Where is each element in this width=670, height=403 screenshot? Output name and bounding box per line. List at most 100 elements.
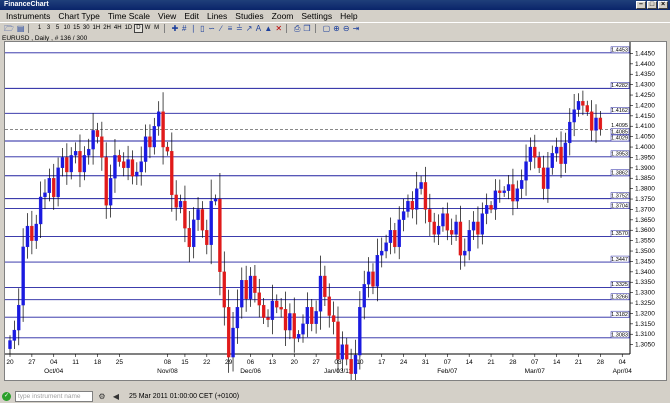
time-tick-label: 31 bbox=[422, 359, 430, 366]
level-label: 1.3182 bbox=[611, 312, 628, 318]
copy-icon[interactable]: ❐ bbox=[302, 24, 311, 33]
candle-body-up bbox=[178, 200, 183, 208]
vertical-line-icon[interactable]: ∣ bbox=[189, 24, 197, 33]
chart-panel[interactable]: 1.3050 1.3100 1.3150 1.3200 1.3250 1.3300 1.33… bbox=[4, 41, 667, 381]
candle-body-down bbox=[393, 230, 397, 248]
candle-body-up bbox=[480, 213, 484, 235]
menu-instruments[interactable]: Instruments bbox=[2, 10, 54, 22]
time-tick-label: 21 bbox=[575, 359, 583, 366]
timescale-4h[interactable]: 4H bbox=[113, 24, 123, 33]
time-tick-label: 21 bbox=[487, 359, 495, 366]
candle-body-down bbox=[187, 228, 191, 248]
candle-body-up bbox=[152, 126, 156, 148]
search-icon[interactable]: ⚙ bbox=[97, 392, 107, 402]
price-tick-label: 1.4100 bbox=[635, 123, 655, 130]
timescale-1h[interactable]: 1H bbox=[92, 24, 102, 33]
open-icon[interactable]: 🗁 bbox=[3, 24, 15, 33]
candle-body-down bbox=[537, 157, 541, 168]
instrument-search-input[interactable] bbox=[15, 391, 93, 402]
candle-body-up bbox=[572, 109, 576, 123]
menu-edit[interactable]: Edit bbox=[180, 10, 203, 22]
level-label: 1.3704 bbox=[611, 203, 628, 209]
close-button[interactable]: × bbox=[658, 1, 668, 9]
time-tick-month-label: Apr/04 bbox=[613, 368, 633, 375]
minimize-button[interactable]: – bbox=[636, 1, 646, 9]
time-tick-label: 20 bbox=[6, 359, 14, 366]
candle-body-up bbox=[436, 225, 441, 235]
candle-body-down bbox=[244, 280, 248, 300]
timescale-m[interactable]: M bbox=[153, 24, 161, 33]
candle-body-down bbox=[165, 146, 170, 152]
arrow-icon[interactable]: ↗ bbox=[245, 24, 254, 33]
price-tick-label: 1.4450 bbox=[635, 50, 655, 57]
candle-body-down bbox=[323, 275, 327, 297]
price-tick-label: 1.4350 bbox=[635, 71, 655, 78]
menu-settings[interactable]: Settings bbox=[297, 10, 336, 22]
candlestick-icon[interactable]: ▯ bbox=[198, 24, 206, 33]
timescale-1[interactable]: 1 bbox=[35, 24, 43, 33]
text-icon[interactable]: A bbox=[254, 24, 262, 33]
candle-body-down bbox=[200, 209, 205, 231]
crosshair-icon[interactable]: ✚ bbox=[171, 24, 180, 33]
candle-body-down bbox=[104, 157, 108, 206]
timescale-3[interactable]: 3 bbox=[44, 24, 52, 33]
menu-studies[interactable]: Studies bbox=[231, 10, 267, 22]
candle-body-down bbox=[445, 213, 450, 231]
price-tick-label: 1.4300 bbox=[635, 82, 655, 89]
candle-body-down bbox=[410, 200, 415, 210]
menu-help[interactable]: Help bbox=[336, 10, 361, 22]
timescale-2h[interactable]: 2H bbox=[102, 24, 112, 33]
timescale-w[interactable]: W bbox=[144, 24, 152, 33]
timescale-15[interactable]: 15 bbox=[72, 24, 81, 33]
price-tick-label: 1.3350 bbox=[635, 279, 655, 286]
timescale-10[interactable]: 10 bbox=[62, 24, 71, 33]
candle-body-down bbox=[279, 307, 283, 310]
timescale-1d[interactable]: 1D bbox=[124, 24, 134, 33]
fibonacci-icon[interactable]: ≡ bbox=[226, 24, 234, 33]
toolbar-separator bbox=[28, 24, 32, 33]
candle-body-up bbox=[69, 155, 73, 173]
candle-body-up bbox=[546, 167, 550, 189]
candle-body-down bbox=[226, 307, 231, 358]
maximize-button[interactable]: □ bbox=[647, 1, 657, 9]
timescale-30[interactable]: 30 bbox=[82, 24, 91, 33]
zoom-out-icon[interactable]: ⊖ bbox=[342, 24, 351, 33]
candle-body-up bbox=[231, 327, 235, 358]
candle-body-down bbox=[585, 105, 589, 112]
current-price-ghost-label: 1.4095 bbox=[611, 123, 628, 129]
menu-view[interactable]: View bbox=[154, 10, 180, 22]
zoom-fit-icon[interactable]: ▢ bbox=[322, 24, 332, 33]
candle-body-up bbox=[401, 211, 406, 220]
menu-zoom[interactable]: Zoom bbox=[268, 10, 298, 22]
toolbar-separator bbox=[314, 24, 319, 33]
price-tick-label: 1.3500 bbox=[635, 248, 655, 255]
price-chart[interactable]: 1.3050 1.3100 1.3150 1.3200 1.3250 1.3300 1.33… bbox=[5, 42, 666, 380]
candle-body-down bbox=[327, 296, 331, 316]
channel-icon[interactable]: ≟ bbox=[235, 24, 244, 33]
candle-body-down bbox=[266, 317, 270, 320]
scroll-left-icon[interactable]: ◀ bbox=[111, 392, 121, 402]
candle-body-up bbox=[506, 184, 511, 191]
timescale-selected[interactable]: D bbox=[134, 24, 143, 33]
chart-icon[interactable]: ▤ bbox=[16, 24, 26, 33]
level-label: 1.3862 bbox=[611, 170, 628, 176]
print-icon[interactable]: ⎙ bbox=[293, 24, 301, 33]
timescale-5[interactable]: 5 bbox=[53, 24, 61, 33]
candle-body-down bbox=[283, 309, 288, 331]
line-chart-icon[interactable]: ∽ bbox=[207, 24, 216, 33]
candle-body-up bbox=[485, 205, 489, 214]
trendline-icon[interactable]: ∕ bbox=[217, 24, 225, 33]
menu-time-scale[interactable]: Time Scale bbox=[104, 10, 154, 22]
shape-icon[interactable]: ▲ bbox=[263, 24, 273, 33]
menu-chart-type[interactable]: Chart Type bbox=[54, 10, 103, 22]
connection-icon: ✓ bbox=[2, 392, 11, 401]
scroll-end-icon[interactable]: ⇥ bbox=[352, 24, 361, 33]
zoom-in-icon[interactable]: ⊕ bbox=[332, 24, 341, 33]
menu-lines[interactable]: Lines bbox=[203, 10, 231, 22]
price-tick-label: 1.3600 bbox=[635, 227, 655, 234]
grid-icon[interactable]: # bbox=[180, 24, 188, 33]
candle-body-down bbox=[130, 159, 135, 177]
candle-body-up bbox=[21, 246, 25, 306]
delete-icon[interactable]: ✕ bbox=[274, 24, 283, 33]
level-label: 1.4162 bbox=[611, 108, 628, 114]
